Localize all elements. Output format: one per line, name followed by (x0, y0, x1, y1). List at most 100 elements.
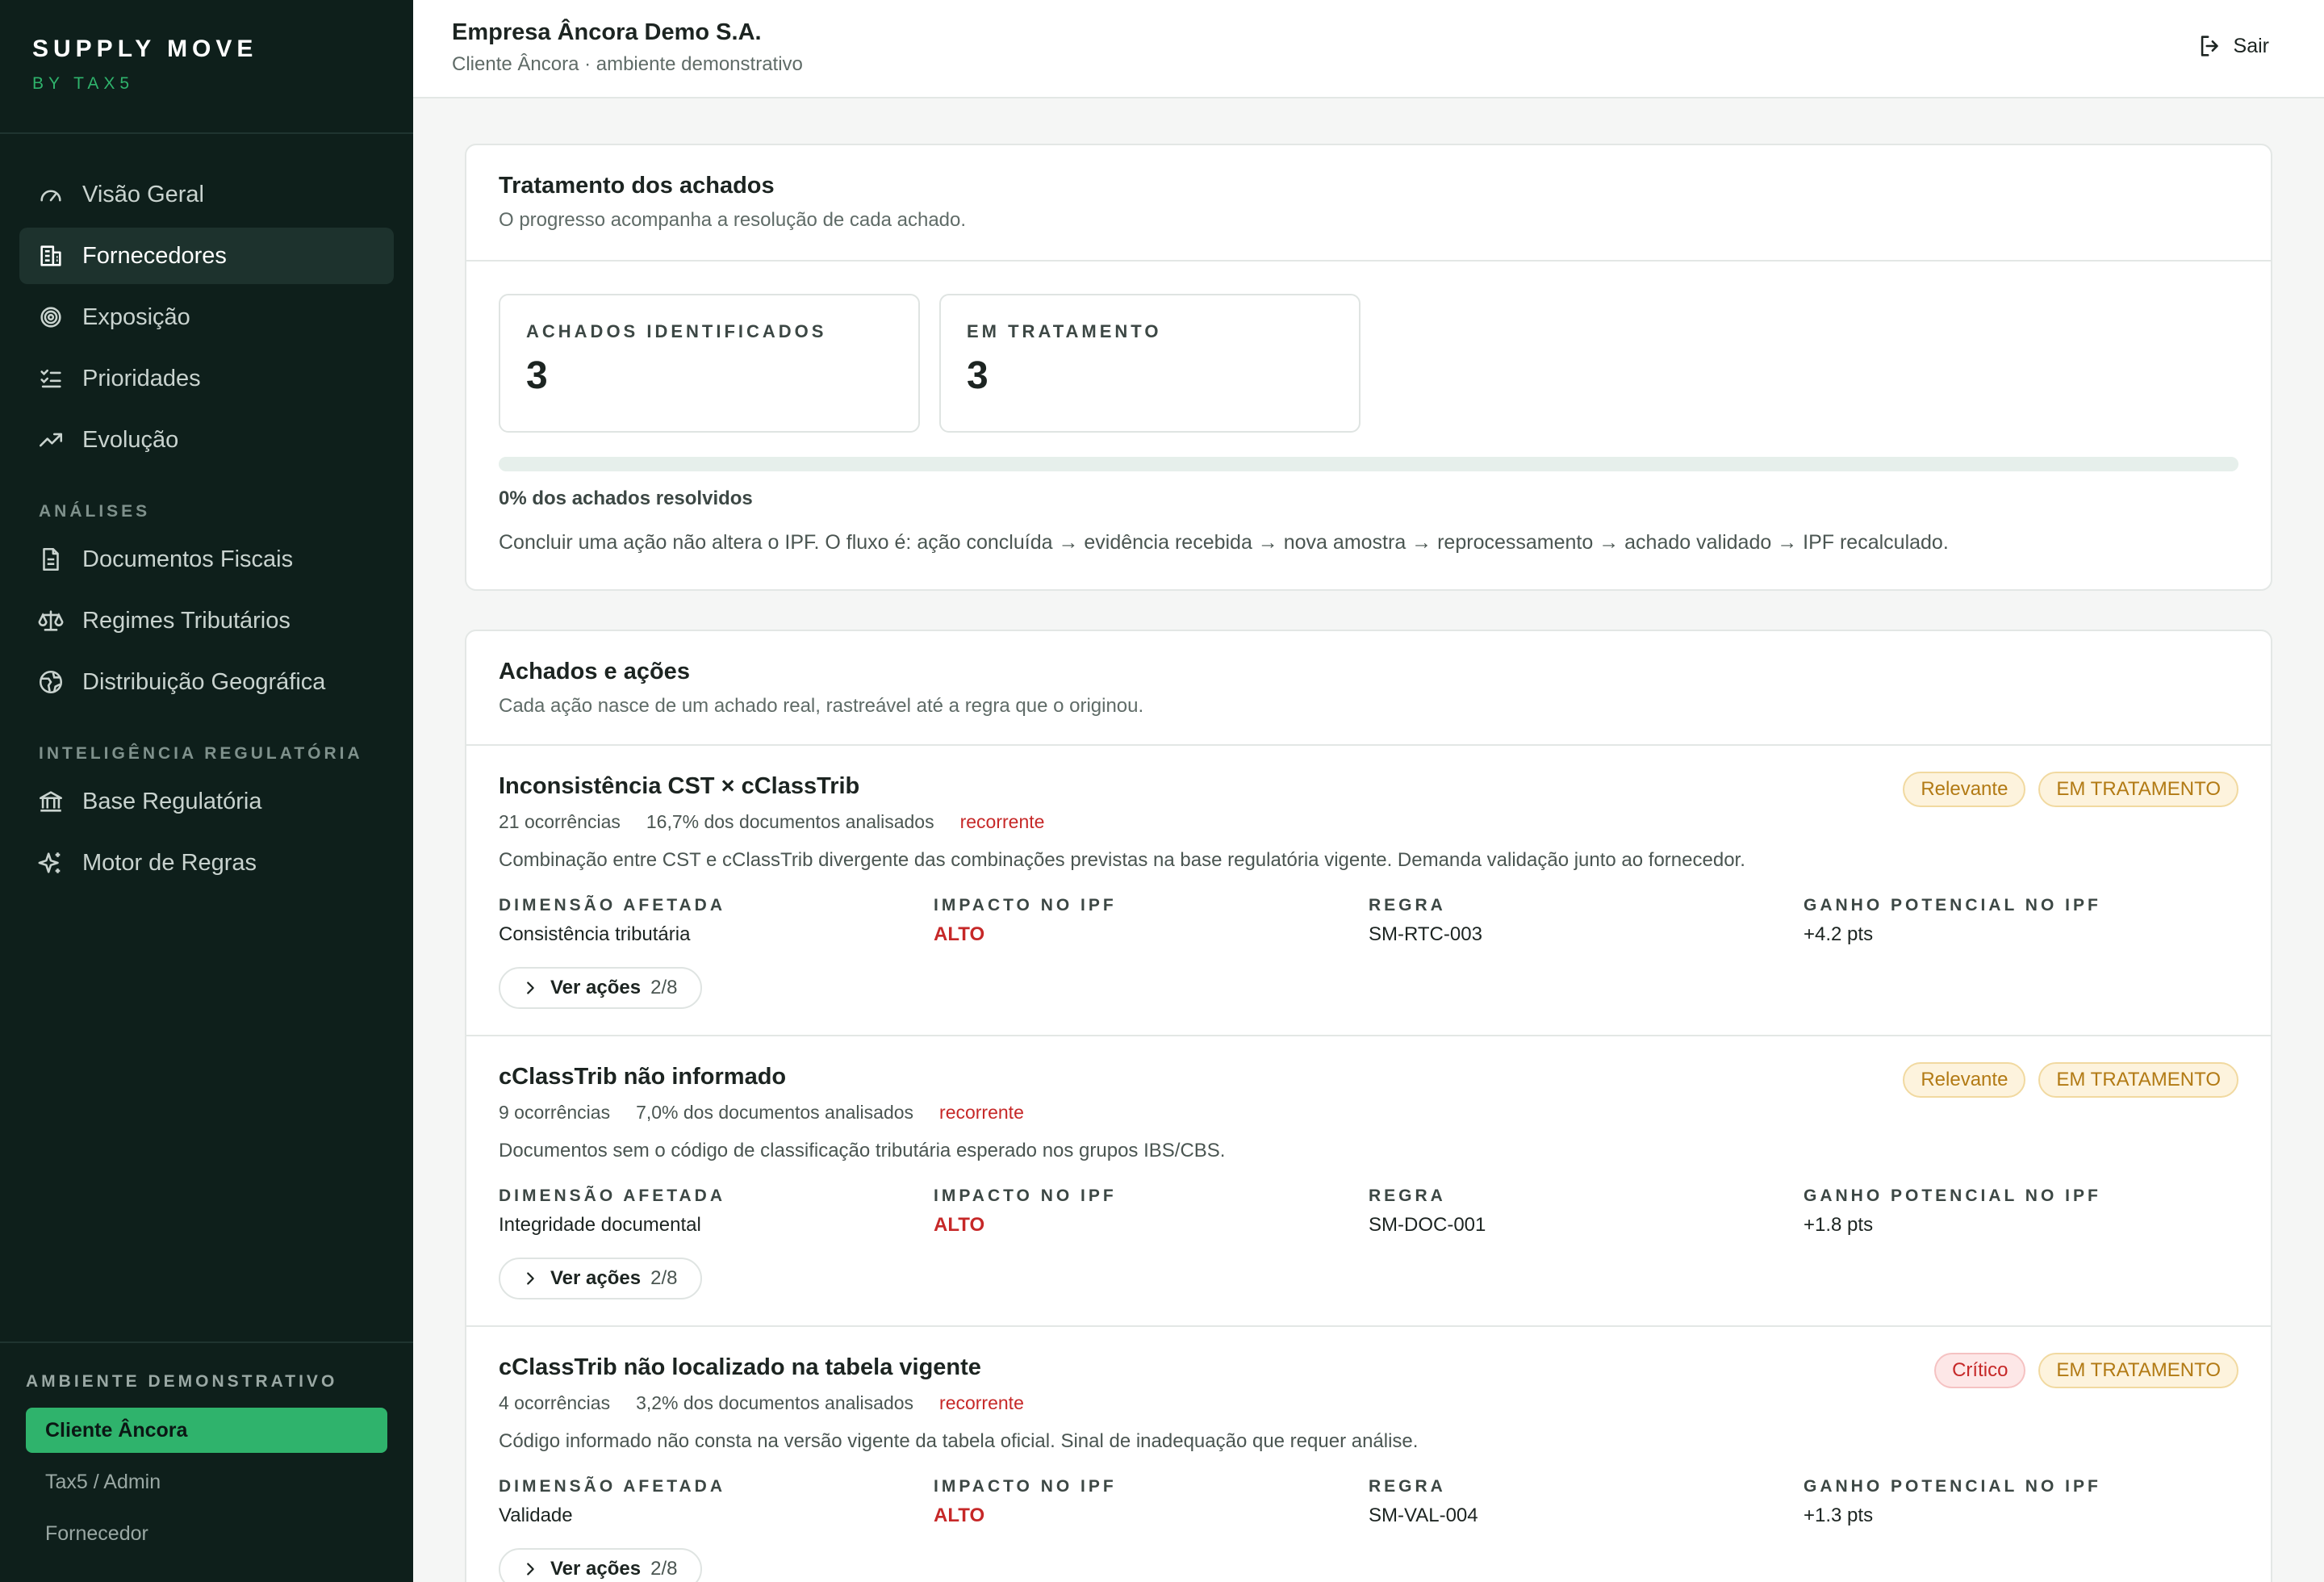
sidebar-item-exposicao[interactable]: Exposição (19, 289, 394, 345)
stat-value: 3 (526, 354, 548, 397)
detail-value: SM-VAL-004 (1369, 1505, 1478, 1526)
finding-description: Documentos sem o código de classificação… (499, 1140, 1226, 1161)
sidebar-item-evolucao[interactable]: Evolução (19, 412, 394, 468)
detail-value: +1.3 pts (1804, 1505, 1874, 1526)
sidebar-item-distribuicao-geografica[interactable]: Distribuição Geográfica (19, 654, 394, 710)
actions-count: 2/8 (650, 1267, 678, 1289)
detail-label: REGRA (1369, 1477, 1446, 1496)
finding-description: Código informado não consta na versão vi… (499, 1430, 1419, 1452)
sidebar-item-regimes-tributarios[interactable]: Regimes Tributários (19, 592, 394, 649)
card-header: Achados e ações Cada ação nasce de um ac… (466, 631, 2271, 746)
finding-description: Combinação entre CST e cClassTrib diverg… (499, 849, 1745, 871)
detail-gain: GANHO POTENCIAL NO IPF +4.2 pts (1804, 896, 2238, 946)
stat-value: 3 (967, 354, 989, 397)
finding-item: Inconsistência CST × cClassTrib Relevant… (466, 746, 2271, 1036)
detail-value: Consistência tributária (499, 923, 691, 945)
detail-label: REGRA (1369, 896, 1446, 914)
actions-count: 2/8 (650, 1558, 678, 1580)
detail-value: +4.2 pts (1804, 923, 1874, 945)
sidebar-item-label: Evolução (82, 426, 179, 453)
detail-dimension: DIMENSÃO AFETADA Consistência tributária (499, 896, 934, 946)
status-badge: EM TRATAMENTO (2038, 772, 2238, 807)
sidebar-item-label: Distribuição Geográfica (82, 668, 326, 695)
status-badge: EM TRATAMENTO (2038, 1062, 2238, 1098)
findings-progress-card: Tratamento dos achados O progresso acomp… (465, 144, 2272, 591)
occurrences: 4 ocorrências (499, 1392, 611, 1413)
environment-switcher: AMBIENTE DEMONSTRATIVO Cliente Âncora Ta… (0, 1341, 413, 1582)
detail-value: ALTO (934, 923, 985, 945)
card-subtitle: Cada ação nasce de um achado real, rastr… (499, 695, 1144, 717)
sidebar-item-prioridades[interactable]: Prioridades (19, 350, 394, 407)
status-badge: EM TRATAMENTO (2038, 1353, 2238, 1388)
finding-item: cClassTrib não localizado na tabela vige… (466, 1327, 2271, 1582)
stat-label: ACHADOS IDENTIFICADOS (526, 321, 827, 341)
sidebar-item-visao-geral[interactable]: Visão Geral (19, 166, 394, 223)
detail-label: GANHO POTENCIAL NO IPF (1804, 1186, 2101, 1205)
detail-value: ALTO (934, 1505, 985, 1526)
detail-label: IMPACTO NO IPF (934, 1186, 1117, 1205)
section-label-analises: ANÁLISES (39, 502, 151, 521)
scale-icon (37, 607, 65, 634)
severity-badge: Relevante (1903, 772, 2026, 807)
detail-gain: GANHO POTENCIAL NO IPF +1.3 pts (1804, 1477, 2238, 1527)
card-title: Tratamento dos achados (499, 173, 775, 199)
brand: SUPPLY MOVE BY TAX5 (0, 0, 413, 134)
detail-label: REGRA (1369, 1186, 1446, 1205)
detail-label: GANHO POTENCIAL NO IPF (1804, 896, 2101, 914)
detail-value: Integridade documental (499, 1214, 701, 1236)
sidebar-item-motor-de-regras[interactable]: Motor de Regras (19, 835, 394, 891)
target-icon (37, 303, 65, 331)
detail-label: IMPACTO NO IPF (934, 896, 1117, 914)
card-title: Achados e ações (499, 659, 690, 684)
env-option-tax5-admin[interactable]: Tax5 / Admin (26, 1459, 387, 1505)
detail-gain: GANHO POTENCIAL NO IPF +1.8 pts (1804, 1186, 2238, 1237)
detail-value: +1.8 pts (1804, 1214, 1874, 1236)
checklist-icon (37, 365, 65, 392)
sidebar-item-documentos-fiscais[interactable]: Documentos Fiscais (19, 531, 394, 588)
progress-text: 0% dos achados resolvidos (499, 488, 753, 509)
detail-rule: REGRA SM-DOC-001 (1369, 1186, 1804, 1237)
institution-icon (37, 788, 65, 815)
card-header: Tratamento dos achados O progresso acomp… (466, 145, 2271, 262)
document-icon (37, 546, 65, 573)
brand-subtitle: BY TAX5 (32, 74, 135, 93)
detail-rule: REGRA SM-VAL-004 (1369, 1477, 1804, 1527)
view-actions-label: Ver ações (550, 977, 642, 998)
view-actions-button[interactable]: Ver ações 2/8 (499, 1548, 702, 1582)
detail-impact: IMPACTO NO IPF ALTO (934, 1186, 1369, 1237)
detail-value: SM-RTC-003 (1369, 923, 1482, 945)
section-label-inteligencia: INTELIGÊNCIA REGULATÓRIA (39, 744, 363, 763)
logout-button[interactable]: Sair (2197, 32, 2269, 60)
globe-icon (37, 668, 65, 696)
sidebar-item-label: Prioridades (82, 365, 201, 391)
view-actions-button[interactable]: Ver ações 2/8 (499, 967, 702, 1009)
detail-value: Validade (499, 1505, 573, 1526)
flow-explanation: Concluir uma ação não altera o IPF. O fl… (499, 531, 1949, 554)
severity-badge: Crítico (1934, 1353, 2026, 1388)
trending-up-icon (37, 426, 65, 454)
sidebar-item-fornecedores[interactable]: Fornecedores (19, 228, 394, 284)
sidebar-item-base-regulatoria[interactable]: Base Regulatória (19, 773, 394, 830)
occurrences: 21 ocorrências (499, 811, 621, 832)
stat-label: EM TRATAMENTO (967, 321, 1162, 341)
stat-em-tratamento: EM TRATAMENTO 3 (939, 294, 1361, 433)
company-name: Empresa Âncora Demo S.A. (452, 19, 762, 45)
recurring-tag: recorrente (939, 1102, 1024, 1123)
finding-badges: Crítico EM TRATAMENTO (1921, 1353, 2238, 1388)
view-actions-button[interactable]: Ver ações 2/8 (499, 1258, 702, 1300)
detail-impact: IMPACTO NO IPF ALTO (934, 896, 1369, 946)
finding-meta: 4 ocorrências 3,2% dos documentos analis… (499, 1392, 2238, 1414)
env-option-cliente-ancora[interactable]: Cliente Âncora (26, 1408, 387, 1453)
documents-share: 16,7% dos documentos analisados (646, 811, 934, 832)
sidebar-item-label: Fornecedores (82, 242, 227, 269)
detail-label: IMPACTO NO IPF (934, 1477, 1117, 1496)
actions-count: 2/8 (650, 977, 678, 998)
gauge-icon (37, 181, 65, 208)
card-subtitle: O progresso acompanha a resolução de cad… (499, 209, 967, 231)
env-option-fornecedor[interactable]: Fornecedor (26, 1511, 387, 1556)
findings-actions-card: Achados e ações Cada ação nasce de um ac… (465, 630, 2272, 1582)
environment-label: AMBIENTE DEMONSTRATIVO (26, 1372, 338, 1391)
detail-value: SM-DOC-001 (1369, 1214, 1486, 1236)
detail-label: DIMENSÃO AFETADA (499, 1477, 725, 1496)
chevron-right-icon (527, 981, 534, 994)
